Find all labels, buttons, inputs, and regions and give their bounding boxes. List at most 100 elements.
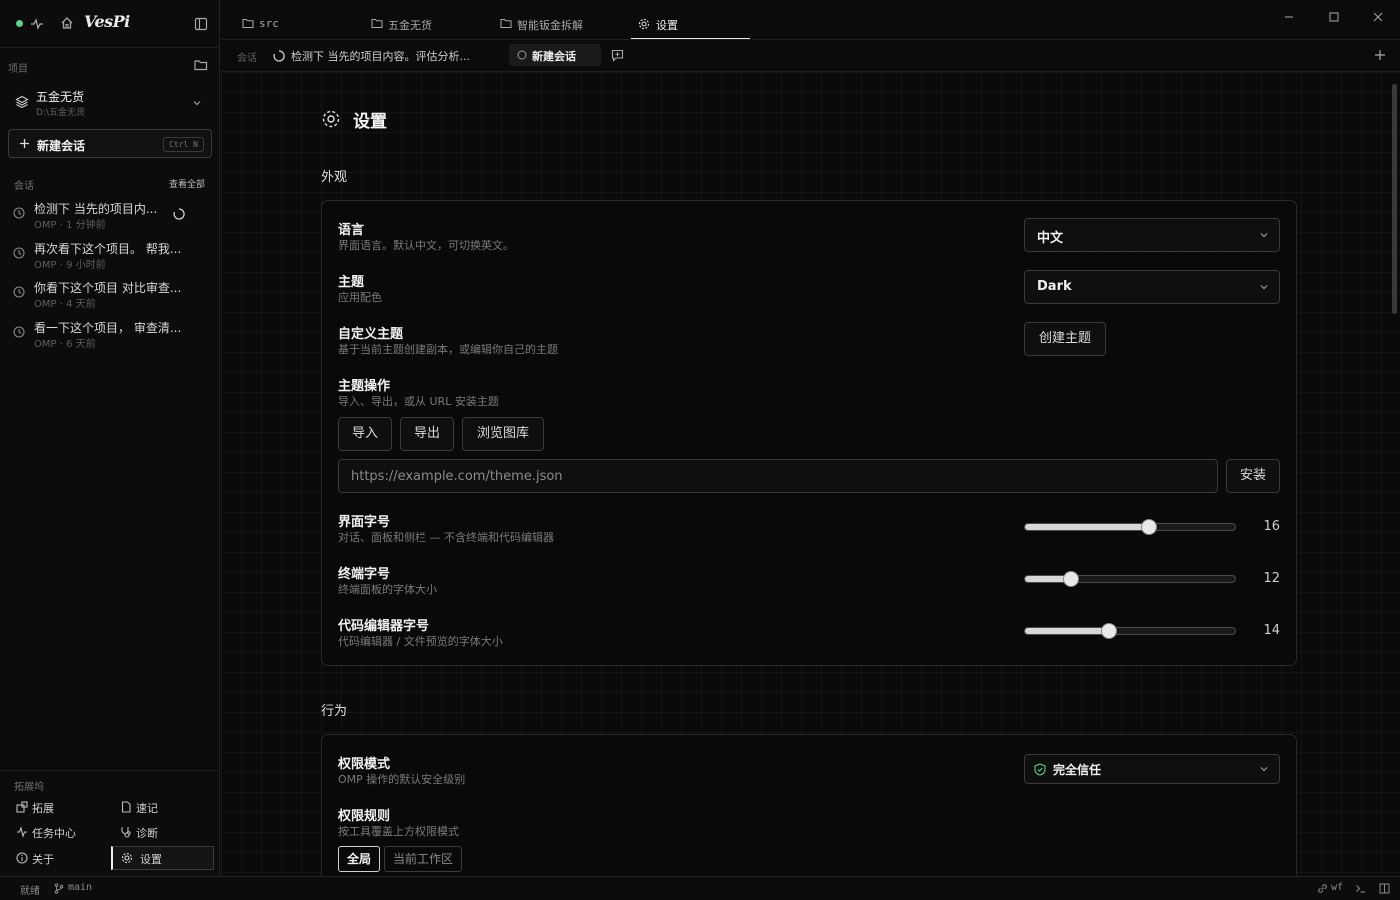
folder-open-icon[interactable]: [194, 59, 208, 71]
create-theme-button[interactable]: 创建主题: [1024, 322, 1106, 356]
slider-handle[interactable]: [1101, 623, 1117, 639]
scope-global-tab[interactable]: 全局: [338, 846, 380, 872]
language-desc: 界面语言。默认中文，可切换英文。: [338, 239, 514, 252]
editor-font-value: 14: [1263, 623, 1280, 638]
scrollbar[interactable]: [1392, 84, 1397, 314]
chevron-down-icon: [1259, 764, 1269, 774]
new-session-tab[interactable]: 新建会话: [509, 44, 601, 66]
shield-check-icon: [1034, 763, 1046, 776]
tab-label: 智能钣金拆解: [517, 19, 583, 32]
folder-icon: [371, 18, 383, 29]
session-item[interactable]: 看一下这个项目， 审查清... OMP · 6 天前: [8, 319, 212, 355]
chevron-down-icon: [1259, 230, 1269, 240]
permission-mode-desc: OMP 操作的默认安全级别: [338, 773, 466, 786]
gear-icon: [638, 18, 650, 30]
theme-url-input[interactable]: [338, 459, 1218, 493]
export-button[interactable]: 导出: [400, 417, 454, 451]
slider-handle[interactable]: [1063, 571, 1080, 587]
import-button[interactable]: 导入: [338, 417, 392, 451]
link-icon: [1317, 883, 1328, 894]
ext-item-settings[interactable]: 设置: [111, 846, 214, 870]
theme-ops-desc: 导入、导出，或从 URL 安装主题: [338, 395, 499, 408]
clock-icon: [13, 286, 25, 298]
appearance-heading: 外观: [321, 170, 348, 185]
terminal-font-value: 12: [1263, 571, 1280, 586]
permission-mode-select[interactable]: 完全信任: [1024, 754, 1280, 784]
scope-workspace-tab[interactable]: 当前工作区: [384, 846, 462, 872]
new-chat-icon[interactable]: [611, 49, 624, 62]
new-session-tab-label: 新建会话: [532, 50, 576, 63]
sidebar: VesPi 项目 五金无货 D:\五金无货 新建会话 Ctrl N 会话 查看全…: [0, 0, 220, 876]
terminal-icon[interactable]: [1355, 883, 1366, 894]
session-bar-label: 会话: [237, 53, 257, 64]
session-item[interactable]: 再次看下这个项目。 帮我... OMP · 9 小时前: [8, 240, 212, 276]
behavior-card: 权限模式 OMP 操作的默认安全级别 完全信任 权限规则 按工具覆盖上方权限模式…: [321, 734, 1297, 876]
ui-font-desc: 对话、面板和侧栏 — 不含终端和代码编辑器: [338, 531, 554, 544]
clock-icon: [13, 247, 25, 259]
install-button[interactable]: 安装: [1226, 459, 1280, 493]
editor-font-slider[interactable]: [1024, 623, 1236, 639]
ui-font-slider[interactable]: [1024, 519, 1236, 535]
ext-item-about[interactable]: 关于: [10, 847, 106, 869]
tab-settings[interactable]: 设置: [631, 8, 750, 39]
view-all-link[interactable]: 查看全部: [169, 177, 205, 190]
tab-label: 五金无货: [388, 19, 432, 32]
home-icon[interactable]: [60, 16, 74, 30]
theme-value: Dark: [1037, 279, 1072, 294]
project-selector[interactable]: 五金无货 D:\五金无货: [8, 84, 212, 124]
file-icon: [120, 801, 132, 813]
activity-icon[interactable]: [30, 17, 44, 31]
slider-fill: [1025, 628, 1109, 634]
current-session-tab[interactable]: 检测下 当先的项目内容。评估分析...: [291, 48, 470, 64]
language-value: 中文: [1037, 231, 1064, 246]
close-icon[interactable]: [1373, 12, 1383, 22]
folder-icon: [500, 18, 512, 29]
tab-sheet-metal[interactable]: 智能钣金拆解: [499, 8, 627, 39]
custom-theme-title: 自定义主题: [338, 327, 404, 342]
minimize-icon[interactable]: [1284, 12, 1294, 22]
ext-item-notes[interactable]: 速记: [114, 796, 210, 818]
sidebar-header: VesPi: [0, 0, 220, 48]
git-branch-icon: [54, 883, 64, 894]
git-branch[interactable]: main: [68, 882, 92, 893]
terminal-font-slider[interactable]: [1024, 571, 1236, 587]
gear-icon: [121, 852, 133, 864]
tab-label: src: [259, 17, 279, 30]
ui-font-title: 界面字号: [338, 515, 391, 530]
ext-item-label: 拓展: [32, 802, 54, 815]
maximize-icon[interactable]: [1329, 12, 1339, 22]
behavior-heading: 行为: [321, 704, 348, 719]
theme-select[interactable]: Dark: [1024, 270, 1280, 304]
ext-item-diagnostics[interactable]: 诊断: [114, 821, 210, 843]
session-meta: OMP · 6 天前: [34, 339, 96, 350]
language-select[interactable]: 中文: [1024, 218, 1280, 252]
tab-src[interactable]: src: [241, 8, 361, 39]
settings-panel: 设置 外观 语言 界面语言。默认中文，可切换英文。 中文 主题 应用配色 Dar…: [221, 72, 1400, 876]
session-item[interactable]: 检测下 当先的项目内... OMP · 1 分钟前: [8, 200, 212, 236]
info-icon: [16, 852, 28, 864]
panel-toggle-icon[interactable]: [1379, 883, 1390, 894]
browse-gallery-button[interactable]: 浏览图库: [462, 417, 544, 451]
ext-item-task-center[interactable]: 任务中心: [10, 821, 106, 843]
ext-item-label: 设置: [140, 853, 162, 866]
session-item[interactable]: 你看下这个项目 对比审查... OMP · 4 天前: [8, 279, 212, 315]
status-user[interactable]: wf: [1331, 882, 1343, 893]
ext-item-label: 速记: [136, 802, 158, 815]
chevron-down-icon: [1259, 282, 1269, 292]
sidebar-toggle-icon[interactable]: [194, 17, 208, 31]
appearance-card: 语言 界面语言。默认中文，可切换英文。 中文 主题 应用配色 Dark 自定义主…: [321, 200, 1297, 666]
editor-font-title: 代码编辑器字号: [338, 619, 430, 634]
ext-item-extensions[interactable]: 拓展: [10, 796, 106, 818]
slider-handle[interactable]: [1140, 519, 1157, 535]
chevron-down-icon: [192, 98, 202, 108]
tab-project[interactable]: 五金无货: [370, 8, 490, 39]
new-session-button[interactable]: 新建会话 Ctrl N: [8, 129, 212, 158]
terminal-font-desc: 终端面板的字体大小: [338, 583, 437, 596]
plus-icon[interactable]: [1374, 49, 1386, 61]
status-ready: 就绪: [20, 886, 40, 897]
session-title: 再次看下这个项目。 帮我...: [34, 242, 182, 256]
clock-icon: [13, 207, 25, 219]
permission-mode-value: 完全信任: [1053, 763, 1102, 777]
layers-icon: [15, 95, 29, 109]
slider-fill: [1025, 524, 1149, 530]
